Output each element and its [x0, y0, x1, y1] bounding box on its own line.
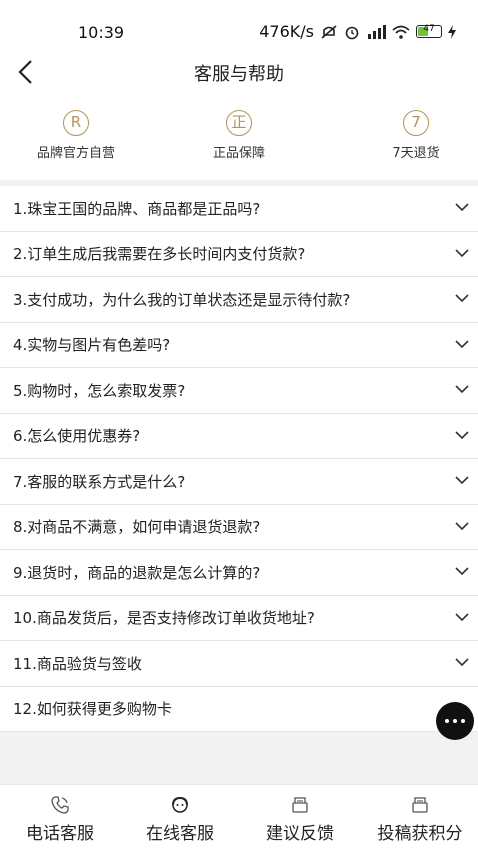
faq-item[interactable]: 1.珠宝王国的品牌、商品都是正品吗?	[0, 186, 478, 232]
tab-label: 电话客服	[26, 824, 94, 844]
genuine-icon: 正	[226, 110, 252, 136]
chevron-down-icon	[455, 430, 469, 439]
badge-label: 品牌官方自营	[36, 146, 115, 161]
bottom-tab-bar: 电话客服 在线客服 建议反馈 投稿获积分	[0, 784, 478, 850]
chevron-down-icon	[455, 385, 469, 394]
faq-question: 5.购物时，怎么索取发票?	[13, 381, 186, 400]
agent-icon	[172, 796, 188, 813]
badge-return: 7 7天退货	[341, 110, 478, 161]
dot	[453, 719, 457, 723]
registered-icon: R	[63, 110, 89, 136]
battery-icon: 47	[416, 24, 442, 38]
faq-item[interactable]: 3.支付成功，为什么我的订单状态还是显示待付款?	[0, 277, 478, 323]
more-options-button[interactable]	[436, 702, 474, 740]
faq-question: 4.实物与图片有色差吗?	[13, 336, 171, 355]
wifi-icon	[392, 25, 410, 39]
faq-question: 10.商品发货后，是否支持修改订单收货地址?	[13, 609, 315, 628]
chevron-down-icon	[455, 567, 469, 576]
tab-submission[interactable]: 投稿获积分	[360, 795, 478, 844]
badge-label: 7天退货	[392, 146, 440, 161]
faq-item[interactable]: 5.购物时，怎么索取发票?	[0, 368, 478, 414]
faq-question: 1.珠宝王国的品牌、商品都是正品吗?	[13, 199, 261, 218]
chevron-down-icon	[455, 248, 469, 257]
chevron-down-icon	[455, 476, 469, 485]
faq-question: 12.如何获得更多购物卡	[13, 700, 172, 719]
network-speed: 476K/s	[259, 22, 314, 41]
tab-label: 建议反馈	[266, 824, 334, 844]
battery-level: 47	[423, 24, 435, 34]
status-icons: 476K/s 47	[259, 22, 456, 41]
faq-item[interactable]: 10.商品发货后，是否支持修改订单收货地址?	[0, 596, 478, 641]
seven-day-icon: 7	[403, 110, 429, 136]
badge-official: R 品牌官方自营	[1, 110, 151, 161]
dot	[445, 719, 449, 723]
chevron-down-icon	[455, 203, 469, 212]
faq-question: 8.对商品不满意，如何申请退货退款?	[13, 518, 261, 537]
tab-label: 在线客服	[146, 824, 214, 844]
dot	[461, 719, 465, 723]
chevron-down-icon	[455, 339, 469, 348]
faq-question: 9.退货时，商品的退款是怎么计算的?	[13, 563, 261, 582]
faq-question: 7.客服的联系方式是什么?	[13, 472, 186, 491]
faq-list: 1.珠宝王国的品牌、商品都是正品吗? 2.订单生成后我需要在多长时间内支付货款?…	[0, 186, 478, 732]
faq-item[interactable]: 4.实物与图片有色差吗?	[0, 323, 478, 368]
faq-item[interactable]: 11.商品验货与签收	[0, 641, 478, 687]
chevron-down-icon	[455, 294, 469, 303]
chevron-down-icon	[455, 521, 469, 530]
faq-item[interactable]: 6.怎么使用优惠券?	[0, 414, 478, 459]
phone-icon	[51, 796, 69, 814]
nav-bar: 客服与帮助	[0, 48, 478, 96]
guarantee-badges: R 品牌官方自营 正 正品保障 7 7天退货	[0, 96, 478, 180]
faq-item[interactable]: 7.客服的联系方式是什么?	[0, 459, 478, 505]
chevron-down-icon	[455, 612, 469, 621]
tab-phone-service[interactable]: 电话客服	[0, 795, 120, 844]
status-bar: 10:39 476K/s 47	[0, 0, 478, 48]
submission-icon	[412, 797, 428, 813]
faq-question: 6.怎么使用优惠券?	[13, 427, 141, 446]
faq-question: 2.订单生成后我需要在多长时间内支付货款?	[13, 245, 306, 264]
status-time: 10:39	[78, 23, 125, 42]
tab-label: 投稿获积分	[377, 824, 463, 844]
page-title: 客服与帮助	[194, 64, 284, 85]
mute-icon	[321, 24, 337, 39]
faq-question: 11.商品验货与签收	[13, 654, 142, 673]
faq-item[interactable]: 2.订单生成后我需要在多长时间内支付货款?	[0, 232, 478, 277]
badge-genuine: 正 正品保障	[164, 110, 314, 161]
faq-item[interactable]: 12.如何获得更多购物卡	[0, 687, 478, 732]
charging-icon	[448, 24, 456, 39]
faq-question: 3.支付成功，为什么我的订单状态还是显示待付款?	[13, 290, 351, 309]
tab-online-service[interactable]: 在线客服	[120, 795, 240, 844]
alarm-icon	[345, 26, 359, 39]
tab-feedback[interactable]: 建议反馈	[240, 795, 360, 844]
feedback-icon	[292, 797, 308, 813]
faq-item[interactable]: 8.对商品不满意，如何申请退货退款?	[0, 505, 478, 550]
badge-label: 正品保障	[212, 146, 265, 161]
chevron-down-icon	[455, 658, 469, 667]
faq-item[interactable]: 9.退货时，商品的退款是怎么计算的?	[0, 550, 478, 596]
signal-icon	[368, 24, 386, 39]
